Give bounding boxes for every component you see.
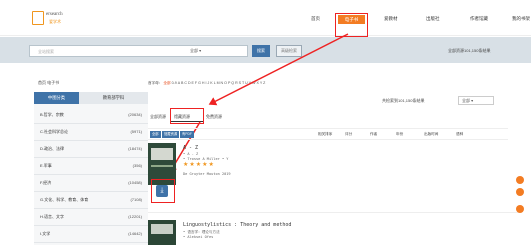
annotation-arrows	[169, 33, 349, 174]
cover-title-band	[151, 224, 173, 234]
cover-title-band	[151, 148, 173, 160]
filter-chip[interactable]: 馆藏资源	[162, 131, 180, 138]
sort-year[interactable]: 年份	[396, 132, 403, 137]
book-cover[interactable]	[148, 220, 176, 245]
cover-stripe	[151, 165, 173, 167]
float-button[interactable]	[516, 176, 524, 184]
sort-language[interactable]: 语种	[456, 132, 463, 137]
float-button[interactable]	[516, 188, 524, 196]
book-author: • Aleksei Ofes	[183, 235, 214, 239]
book-publisher: De Gruyter Mouton 2019	[183, 172, 231, 176]
book-meta: • A - Z	[183, 152, 199, 156]
sort-author[interactable]: 作者	[370, 132, 377, 137]
sort-relevance[interactable]: 相关排序	[318, 132, 332, 137]
book-title[interactable]: Linguostylistics : Theory and method	[183, 222, 291, 228]
sort-pub-date[interactable]: 出版时间	[424, 132, 438, 137]
sort-bar: 全部 馆藏资源 有PDF 相关排序 评分 作者 年份 出版时间 语种	[148, 128, 508, 140]
filter-chip[interactable]: 全部	[150, 131, 161, 138]
highlight-box-download	[151, 179, 175, 203]
arrow-to-tab	[208, 33, 349, 106]
book-title[interactable]: A - Z	[183, 145, 198, 151]
filter-chip[interactable]: 有PDF	[180, 131, 194, 138]
float-button[interactable]	[516, 205, 524, 213]
row-divider	[148, 212, 518, 213]
sort-rating[interactable]: 评分	[345, 132, 352, 137]
rating-stars: ★★★★★	[183, 162, 215, 168]
